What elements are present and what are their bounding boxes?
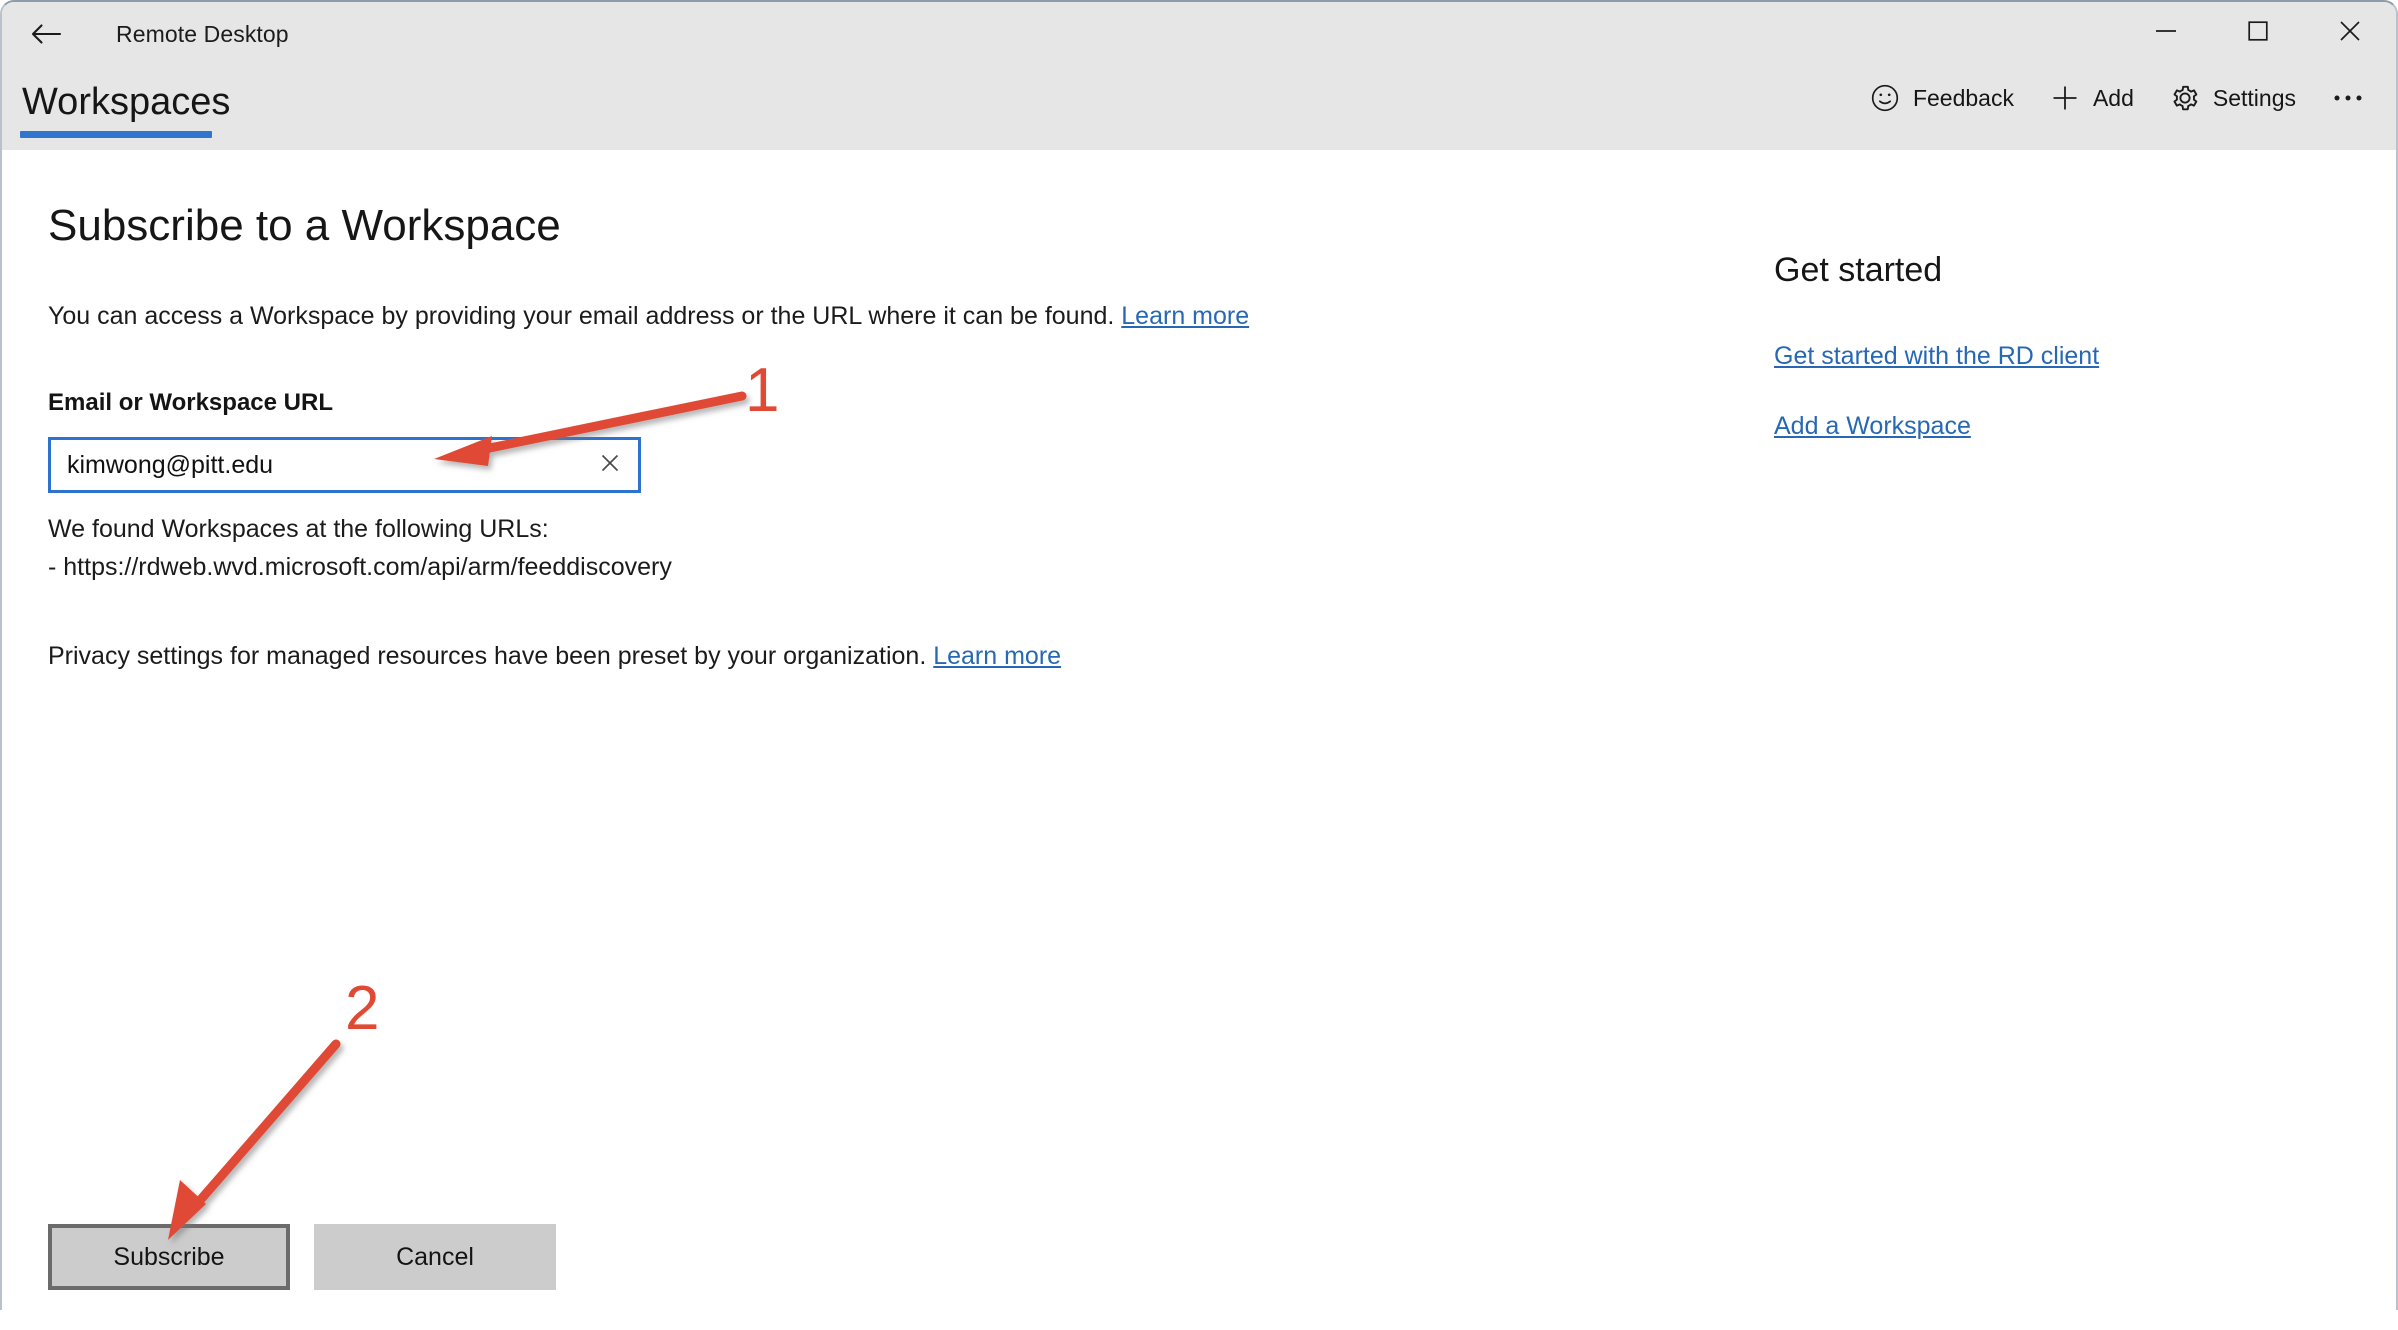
page-title: Subscribe to a Workspace [48,201,561,250]
dialog-button-row: Subscribe Cancel [48,1224,556,1290]
ellipsis-icon [2332,93,2364,103]
email-field-label: Email or Workspace URL [48,389,333,416]
email-input-field[interactable] [48,437,641,493]
tab-workspaces[interactable]: Workspaces [16,76,236,138]
intro-description: You can access a Workspace by providing … [48,300,1249,332]
remote-desktop-window: Remote Desktop Workspaces Feedback Add S… [0,0,2398,1310]
found-workspaces-block: We found Workspaces at the following URL… [48,510,672,586]
privacy-notice: Privacy settings for managed resources h… [48,640,1061,672]
clear-input-button[interactable] [582,440,638,490]
app-title: Remote Desktop [116,21,289,47]
maximize-icon [2247,20,2269,47]
command-bar: Feedback Add Settings [1852,74,2382,122]
settings-label: Settings [2212,85,2296,111]
privacy-text: Privacy settings for managed resources h… [48,642,934,670]
close-icon [2338,19,2362,48]
maximize-button[interactable] [2212,2,2304,64]
found-workspaces-heading: We found Workspaces at the following URL… [48,515,549,543]
clear-x-icon [598,451,622,480]
back-arrow-icon [29,22,63,46]
minimize-button[interactable] [2120,2,2212,64]
back-button[interactable] [16,8,76,60]
subscribe-button[interactable]: Subscribe [48,1224,290,1290]
cancel-button[interactable]: Cancel [314,1224,556,1290]
intro-learn-more-link[interactable]: Learn more [1121,302,1249,330]
tab-workspaces-label: Workspaces [22,81,231,123]
feedback-button[interactable]: Feedback [1852,74,2032,122]
settings-button[interactable]: Settings [2152,74,2314,122]
intro-text: You can access a Workspace by providing … [48,302,1122,330]
window-controls [2120,2,2396,64]
privacy-learn-more-link[interactable]: Learn more [933,642,1061,670]
found-workspaces-url: - https://rdweb.wvd.microsoft.com/api/ar… [48,553,672,581]
add-a-workspace-link[interactable]: Add a Workspace [1774,410,2334,442]
get-started-panel: Get started Get started with the RD clie… [1774,248,2334,480]
feedback-label: Feedback [1912,85,2014,111]
get-started-heading: Get started [1774,251,1943,289]
minimize-icon [2154,24,2178,43]
plus-icon [2050,83,2080,113]
title-bar: Remote Desktop Workspaces Feedback Add S… [2,2,2396,150]
smiley-face-icon [1870,83,1900,113]
close-button[interactable] [2304,2,2396,64]
get-started-rd-client-link[interactable]: Get started with the RD client [1774,340,2334,372]
email-input[interactable] [51,440,582,490]
content-area: Subscribe to a Workspace You can access … [2,150,2396,1310]
add-label: Add [2092,85,2134,111]
gear-icon [2170,83,2200,113]
add-button[interactable]: Add [2032,74,2152,122]
more-options-button[interactable] [2314,84,2382,112]
tab-active-underline [20,131,212,138]
